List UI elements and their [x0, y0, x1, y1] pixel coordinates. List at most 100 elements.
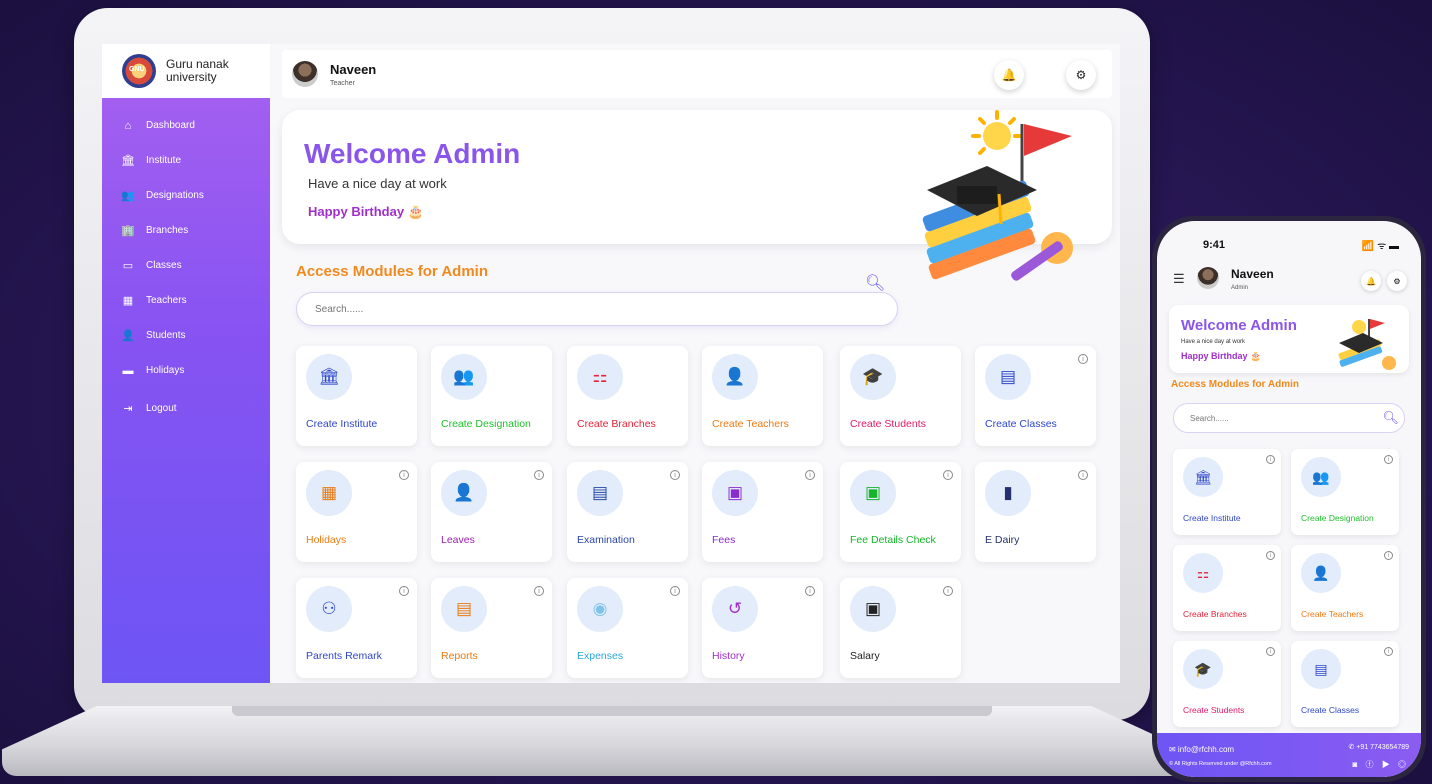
designation-icon: 👥 [121, 190, 135, 202]
info-icon[interactable]: i [1266, 455, 1275, 464]
module-icon: ▮ [985, 470, 1031, 516]
module-label: Create Designation [1301, 513, 1374, 523]
user-name: Naveen [330, 61, 377, 77]
user-avatar[interactable] [1197, 267, 1219, 289]
module-card-create-institute[interactable]: 🏛 Create Institute [296, 346, 417, 446]
sidebar-item-holidays[interactable]: ▬ Holidays [102, 353, 270, 388]
module-card-create-students[interactable]: 🎓 Create Students i [1173, 641, 1281, 727]
info-icon[interactable]: i [534, 470, 544, 480]
sidebar-item-institute[interactable]: 🏛 Institute [102, 143, 270, 178]
sidebar-item-label: Students [146, 330, 186, 341]
sidebar-item-designations[interactable]: 👥 Designations [102, 178, 270, 213]
top-header: Naveen Teacher 🔔 ⚙ [282, 50, 1112, 98]
module-card-create-classes[interactable]: ▤ Create Classes i [1291, 641, 1399, 727]
search-icon[interactable]: 🔍︎ [865, 273, 885, 293]
module-card-create-branches[interactable]: ⚏ Create Branches i [1173, 545, 1281, 631]
module-label: Create Students [1183, 705, 1245, 715]
module-card-expenses[interactable]: ◉ Expenses i [567, 578, 688, 678]
module-card-salary[interactable]: ▣ Salary i [840, 578, 961, 678]
module-label: Leaves [441, 534, 475, 546]
module-icon: ⚇ [306, 586, 352, 632]
info-icon[interactable]: i [805, 586, 815, 596]
module-card-e-dairy[interactable]: ▮ E Dairy i [975, 462, 1096, 562]
module-card-leaves[interactable]: 👤 Leaves i [431, 462, 552, 562]
module-card-create-designation[interactable]: 👥 Create Designation [431, 346, 552, 446]
sidebar-item-label: Classes [146, 260, 182, 271]
sidebar-item-label: Holidays [146, 365, 185, 376]
info-icon[interactable]: i [670, 586, 680, 596]
info-icon[interactable]: i [670, 470, 680, 480]
module-label: E Dairy [985, 534, 1020, 546]
laptop-notch [232, 706, 992, 716]
user-avatar[interactable] [292, 61, 318, 87]
info-icon[interactable]: i [534, 586, 544, 596]
module-icon: 🎓 [1183, 649, 1223, 689]
sidebar-item-dashboard[interactable]: ⌂ Dashboard [102, 108, 270, 143]
info-icon[interactable]: i [1266, 647, 1275, 656]
notification-button[interactable]: 🔔 [1361, 271, 1381, 291]
module-icon: ⚏ [577, 354, 623, 400]
hamburger-menu-icon[interactable]: ☰ [1173, 271, 1185, 287]
sidebar-item-students[interactable]: 👤 Students [102, 318, 270, 353]
module-icon: 👥 [441, 354, 487, 400]
info-icon[interactable]: i [1384, 455, 1393, 464]
access-modules-title: Access Modules for Admin [296, 263, 488, 280]
module-icon: 👥 [1301, 457, 1341, 497]
brand-logo-area: GNU Guru nanak university [102, 44, 270, 98]
contact-email[interactable]: ✉ info@rfchh.com [1169, 745, 1234, 754]
search-input[interactable] [1173, 403, 1405, 433]
laptop-base [2, 706, 1186, 776]
info-icon[interactable]: i [805, 470, 815, 480]
sun-icon [971, 110, 1023, 155]
sidebar-item-teachers[interactable]: ▦ Teachers [102, 283, 270, 318]
info-icon[interactable]: i [1266, 551, 1275, 560]
sidebar-item-classes[interactable]: ▭ Classes [102, 248, 270, 283]
info-icon[interactable]: i [399, 586, 409, 596]
sidebar-item-branches[interactable]: 🏢 Branches [102, 213, 270, 248]
social-icons[interactable]: ◙ ⓕ ▶ ◎ [1353, 759, 1410, 770]
module-card-create-institute[interactable]: 🏛 Create Institute i [1173, 449, 1281, 535]
contact-phone[interactable]: ✆ +91 7743654789 [1348, 743, 1409, 751]
info-icon[interactable]: i [399, 470, 409, 480]
module-card-examination[interactable]: ▤ Examination i [567, 462, 688, 562]
module-icon: ▣ [850, 470, 896, 516]
info-icon[interactable]: i [943, 586, 953, 596]
status-time: 9:41 [1203, 239, 1226, 251]
module-card-fees[interactable]: ▣ Fees i [702, 462, 823, 562]
university-logo: GNU [122, 54, 156, 88]
notification-button[interactable]: 🔔 [994, 60, 1024, 90]
module-icon: ◉ [577, 586, 623, 632]
module-label: Reports [441, 650, 478, 662]
sidebar-item-label: Logout [146, 403, 177, 414]
sidebar-item-label: Branches [146, 225, 189, 236]
module-card-holidays[interactable]: ▦ Holidays i [296, 462, 417, 562]
info-icon[interactable]: i [943, 470, 953, 480]
module-card-create-teachers[interactable]: 👤 Create Teachers i [1291, 545, 1399, 631]
settings-button[interactable]: ⚙ [1387, 271, 1407, 291]
module-label: Examination [577, 534, 635, 546]
module-card-create-students[interactable]: 🎓 Create Students [840, 346, 961, 446]
search-input[interactable] [296, 292, 898, 326]
sidebar-item-logout[interactable]: ⇥ Logout [102, 391, 270, 426]
birthday-message: Happy Birthday 🎂 [308, 204, 424, 219]
branches-icon: 🏢 [121, 225, 135, 237]
info-icon[interactable]: i [1078, 470, 1088, 480]
module-card-create-branches[interactable]: ⚏ Create Branches [567, 346, 688, 446]
module-card-create-classes[interactable]: ▤ Create Classes i [975, 346, 1096, 446]
module-label: Create Teachers [1301, 609, 1364, 619]
info-icon[interactable]: i [1078, 354, 1088, 364]
module-card-fee-details-check[interactable]: ▣ Fee Details Check i [840, 462, 961, 562]
institute-icon: 🏛 [121, 155, 135, 167]
module-card-reports[interactable]: ▤ Reports i [431, 578, 552, 678]
settings-button[interactable]: ⚙ [1066, 60, 1096, 90]
module-card-create-teachers[interactable]: 👤 Create Teachers [702, 346, 823, 446]
info-icon[interactable]: i [1384, 647, 1393, 656]
module-card-history[interactable]: ↺ History i [702, 578, 823, 678]
search-icon[interactable]: 🔍︎ [1382, 410, 1399, 426]
module-card-create-designation[interactable]: 👥 Create Designation i [1291, 449, 1399, 535]
welcome-title: Welcome Admin [304, 138, 521, 169]
info-icon[interactable]: i [1384, 551, 1393, 560]
gear-icon: ⚙ [1393, 276, 1401, 286]
module-card-parents-remark[interactable]: ⚇ Parents Remark i [296, 578, 417, 678]
module-label: Create Institute [306, 418, 378, 430]
